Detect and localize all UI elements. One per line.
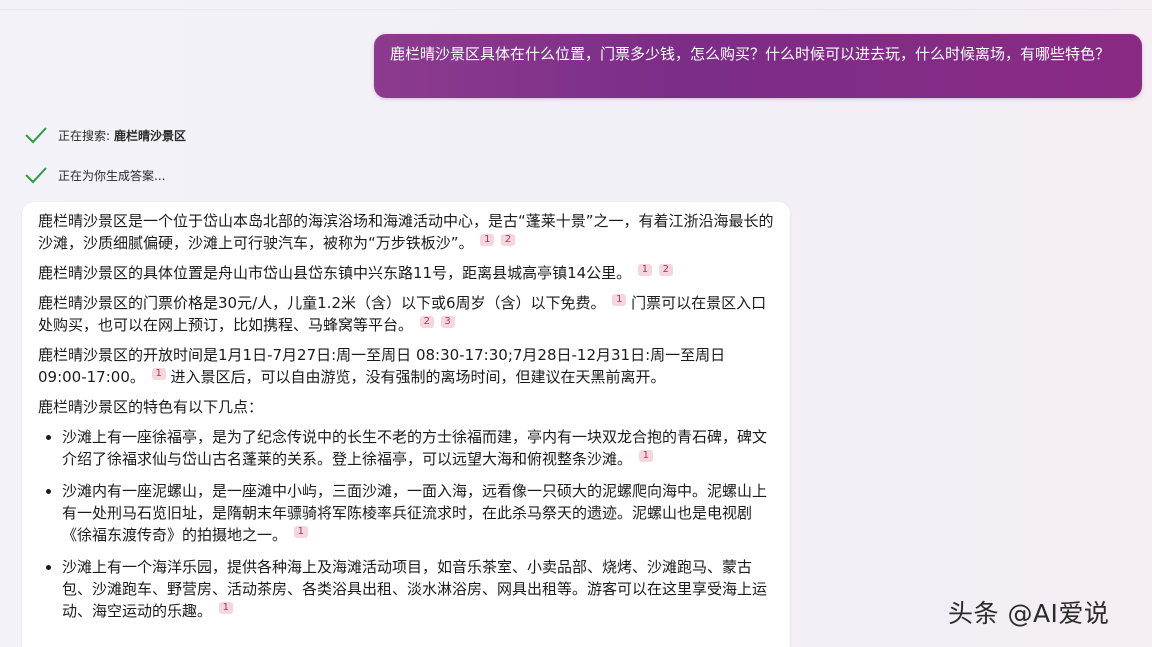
citation-badge[interactable]: 3: [440, 316, 455, 328]
list-item: 沙滩上有一座徐福亭，是为了纪念传说中的长生不老的方士徐福而建，亭内有一块双龙合抱…: [62, 426, 776, 470]
watermark: 头条 @AI爱说: [948, 599, 1110, 628]
user-message-bubble: 鹿栏晴沙景区具体在什么位置，门票多少钱，怎么购买？什么时候可以进去玩，什么时候离…: [374, 34, 1142, 98]
list-item: 沙滩上有一个海洋乐园，提供各种海上及海滩活动项目，如音乐茶室、小卖品部、烧烤、沙…: [62, 556, 776, 622]
paragraph-text: 进入景区后，可以自由游览，没有强制的离场时间，但建议在天黑前离开。: [170, 368, 666, 386]
citation-badge[interactable]: 2: [658, 264, 673, 276]
citation-badge[interactable]: 1: [637, 264, 652, 276]
citation-badge[interactable]: 1: [151, 368, 166, 380]
citation-badge[interactable]: 2: [419, 316, 434, 328]
top-divider: [0, 9, 1152, 10]
paragraph-text: 鹿栏晴沙景区的门票价格是30元/人，儿童1.2米（含）以下或6周岁（含）以下免费…: [38, 294, 606, 312]
citation-badge[interactable]: 2: [501, 234, 516, 246]
answer-card: 鹿栏晴沙景区是一个位于岱山本岛北部的海滨浴场和海滩活动中心，是古“蓬莱十景”之一…: [22, 202, 790, 647]
list-item-text: 沙滩上有一个海洋乐园，提供各种海上及海滩活动项目，如音乐茶室、小卖品部、烧烤、沙…: [62, 558, 768, 620]
citation-badge[interactable]: 1: [638, 450, 653, 462]
list-item: 沙滩内有一座泥螺山，是一座滩中小屿，三面沙滩，一面入海，远看像一只硕大的泥螺爬向…: [62, 480, 776, 546]
answer-paragraph-overview: 鹿栏晴沙景区是一个位于岱山本岛北部的海滨浴场和海滩活动中心，是古“蓬莱十景”之一…: [38, 210, 776, 254]
status-generating-label: 正在为你生成答案...: [58, 168, 166, 183]
user-message-text: 鹿栏晴沙景区具体在什么位置，门票多少钱，怎么购买？什么时候可以进去玩，什么时候离…: [390, 45, 1111, 63]
citation-badge[interactable]: 1: [293, 526, 308, 538]
list-item-text: 沙滩上有一座徐福亭，是为了纪念传说中的长生不老的方士徐福而建，亭内有一块双龙合抱…: [62, 428, 768, 468]
citation-badge[interactable]: 1: [480, 234, 495, 246]
citation-badge[interactable]: 1: [612, 294, 627, 306]
status-generating: 正在为你生成答案...: [24, 164, 165, 186]
status-searching: 正在搜索: 鹿栏晴沙景区: [24, 124, 186, 146]
checkmark-icon: [25, 127, 47, 144]
features-list: 沙滩上有一座徐福亭，是为了纪念传说中的长生不老的方士徐福而建，亭内有一块双龙合抱…: [38, 426, 776, 622]
status-searching-label: 正在搜索:: [58, 128, 111, 143]
status-search-query: 鹿栏晴沙景区: [114, 128, 187, 143]
answer-paragraph-features-intro: 鹿栏晴沙景区的特色有以下几点：: [38, 398, 264, 416]
list-item-text: 沙滩内有一座泥螺山，是一座滩中小屿，三面沙滩，一面入海，远看像一只硕大的泥螺爬向…: [62, 482, 768, 544]
citation-badge[interactable]: 1: [218, 602, 233, 614]
paragraph-text: 鹿栏晴沙景区的具体位置是舟山市岱山县岱东镇中兴东路11号，距离县城高亭镇14公里…: [38, 264, 632, 282]
checkmark-icon: [25, 167, 47, 184]
answer-paragraph-tickets: 鹿栏晴沙景区的门票价格是30元/人，儿童1.2米（含）以下或6周岁（含）以下免费…: [38, 292, 776, 336]
answer-paragraph-location: 鹿栏晴沙景区的具体位置是舟山市岱山县岱东镇中兴东路11号，距离县城高亭镇14公里…: [38, 262, 776, 284]
paragraph-text: 鹿栏晴沙景区是一个位于岱山本岛北部的海滨浴场和海滩活动中心，是古“蓬莱十景”之一…: [38, 212, 774, 252]
answer-paragraph-hours: 鹿栏晴沙景区的开放时间是1月1日-7月27日:周一至周日 08:30-17:30…: [38, 344, 776, 388]
